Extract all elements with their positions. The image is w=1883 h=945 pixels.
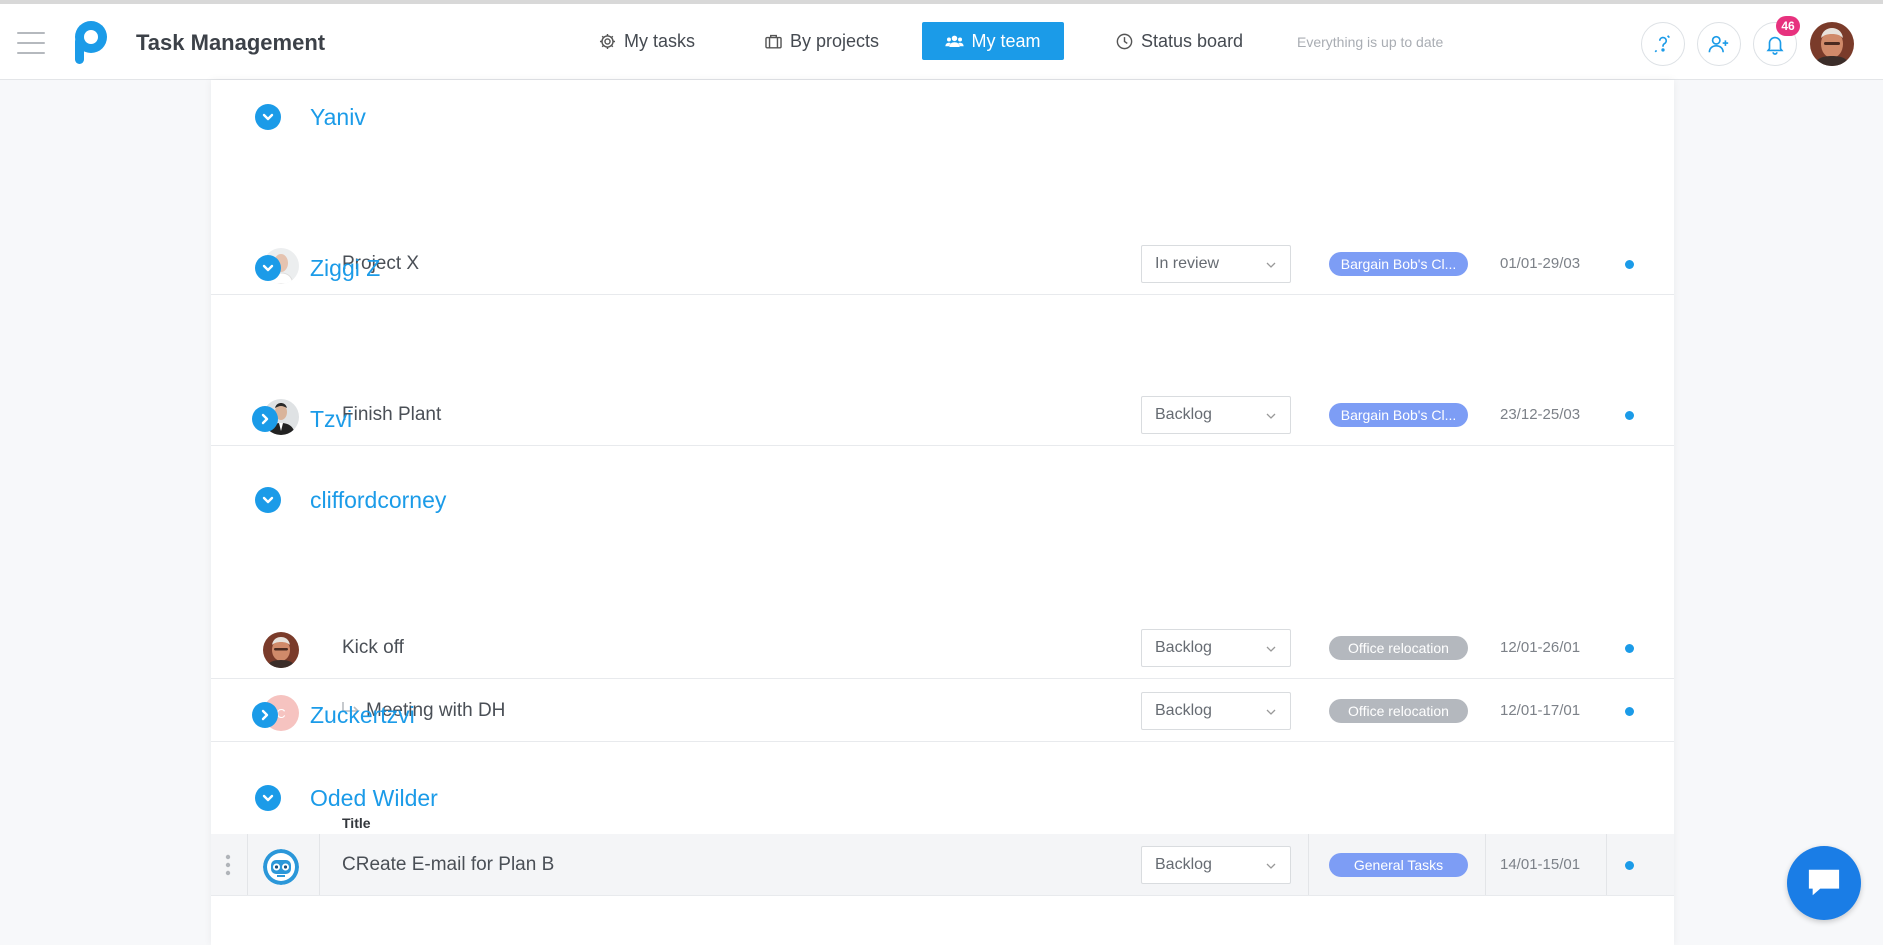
user-photo (1810, 22, 1854, 66)
status-value: Backlog (1155, 856, 1212, 873)
add-user-icon (1708, 35, 1729, 53)
column-divider (319, 834, 320, 895)
user-avatar[interactable] (1810, 22, 1854, 66)
tab-status-board[interactable]: Status board (1103, 22, 1255, 60)
group-header-ziggi-z: Ziggi Z (211, 243, 1674, 293)
app-title: Task Management (136, 30, 326, 55)
group-header-cliffordcorney: cliffordcorney (211, 475, 1674, 525)
collapse-chevron-icon[interactable] (255, 487, 281, 513)
group-name[interactable]: Tzvi (310, 406, 352, 433)
hamburger-menu-icon[interactable] (17, 32, 45, 54)
project-badge[interactable]: General Tasks (1329, 853, 1468, 877)
status-dropdown[interactable]: Backlog (1141, 846, 1291, 884)
chat-widget-button[interactable] (1787, 846, 1861, 920)
status-dot (1625, 861, 1634, 870)
sync-status: Everything is up to date (1297, 34, 1444, 50)
task-name[interactable]: Kick off (342, 637, 404, 659)
clifford-avatar (263, 632, 299, 668)
top-bar: Task Management My tasks By projects My … (0, 0, 1883, 80)
chevron-down-icon (1266, 863, 1276, 869)
column-divider (1485, 834, 1486, 895)
expand-chevron-icon[interactable] (252, 702, 278, 728)
status-dot (1625, 644, 1634, 653)
status-value: Backlog (1155, 639, 1212, 656)
group-header-yaniv: Yaniv (211, 92, 1674, 142)
group-name[interactable]: Yaniv (310, 104, 366, 131)
task-row[interactable]: CReate E-mail for Plan B Backlog General… (211, 834, 1674, 896)
collapse-chevron-icon[interactable] (255, 255, 281, 281)
tab-label: My tasks (624, 30, 696, 51)
group-name[interactable]: Oded Wilder (310, 785, 438, 812)
tab-my-team[interactable]: My team (922, 22, 1064, 60)
collapse-chevron-icon[interactable] (255, 785, 281, 811)
column-divider (1308, 834, 1309, 895)
status-dropdown[interactable]: Backlog (1141, 629, 1291, 667)
robot-avatar (263, 849, 299, 885)
expand-chevron-icon[interactable] (252, 406, 278, 432)
collapse-chevron-icon[interactable] (255, 104, 281, 130)
tab-label: By projects (790, 30, 880, 51)
clock-icon (1116, 33, 1133, 49)
task-name[interactable]: CReate E-mail for Plan B (342, 854, 554, 876)
chevron-down-icon (1266, 646, 1276, 652)
team-task-list: Yaniv Project X In review Bargain Bob's … (211, 80, 1674, 945)
group-header-zuckertzvi: Zuckertzvi (211, 690, 1674, 740)
group-name[interactable]: Ziggi Z (310, 255, 380, 282)
column-divider (247, 834, 248, 895)
team-icon (945, 35, 965, 47)
task-row[interactable]: Kick off Backlog Office relocation 12/01… (211, 617, 1674, 679)
app-logo[interactable] (70, 20, 108, 66)
tab-label: My team (971, 30, 1041, 51)
bell-icon (1766, 36, 1784, 55)
task-dates[interactable]: 12/01-26/01 (1500, 639, 1580, 656)
drag-handle-icon[interactable] (225, 854, 231, 876)
group-name[interactable]: Zuckertzvi (310, 702, 415, 729)
group-name[interactable]: cliffordcorney (310, 487, 446, 514)
task-dates[interactable]: 14/01-15/01 (1500, 856, 1580, 873)
help-button[interactable] (1641, 22, 1685, 66)
column-divider (1606, 834, 1607, 895)
briefcase-icon (765, 34, 782, 49)
column-title-label: Title (342, 815, 371, 831)
chat-bubble-icon (1808, 869, 1840, 896)
tab-by-projects[interactable]: By projects (752, 22, 891, 60)
add-user-button[interactable] (1697, 22, 1741, 66)
help-icon (1654, 35, 1671, 53)
group-header-tzvi: Tzvi (211, 394, 1674, 444)
project-badge[interactable]: Office relocation (1329, 636, 1468, 660)
gear-icon (599, 33, 616, 49)
notification-count-badge: 46 (1776, 16, 1800, 36)
group-header-oded-wilder: Oded Wilder (211, 773, 1674, 823)
tab-label: Status board (1141, 30, 1244, 51)
tab-my-tasks[interactable]: My tasks (586, 22, 707, 60)
